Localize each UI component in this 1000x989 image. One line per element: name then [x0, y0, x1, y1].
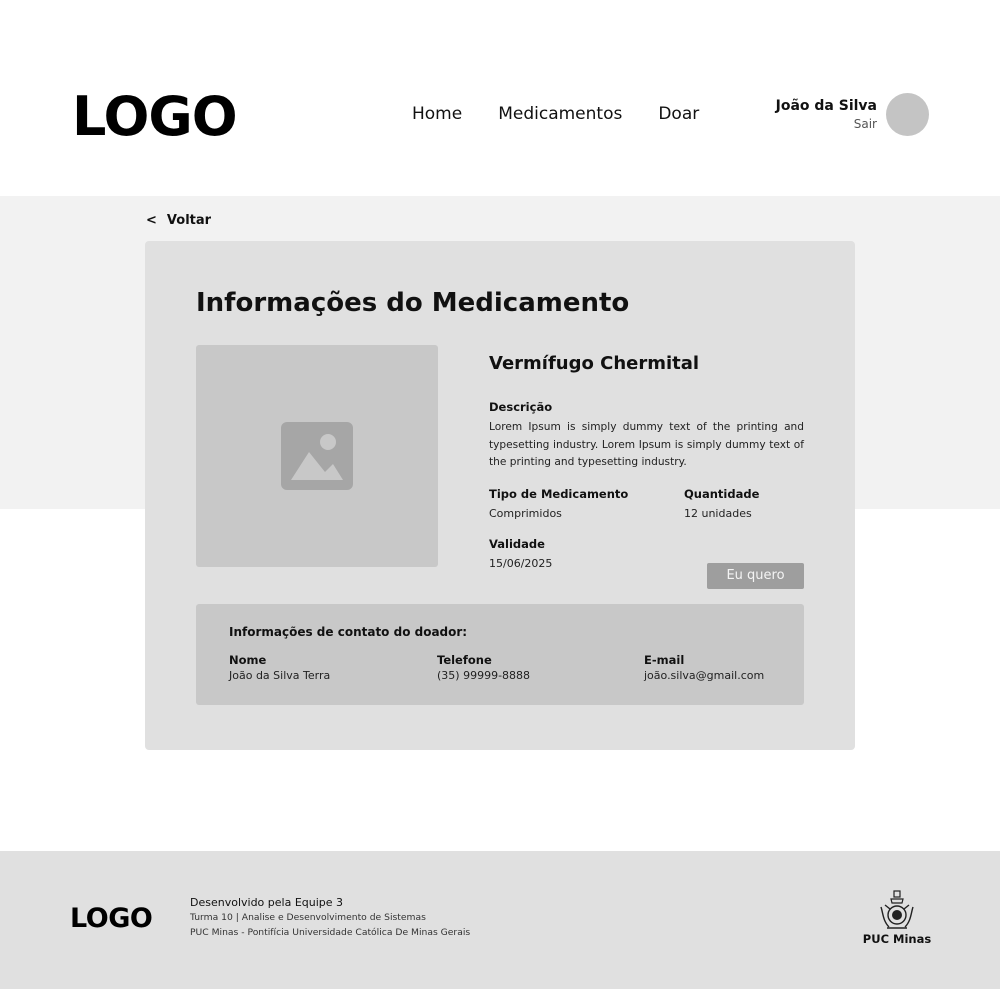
contact-title: Informações de contato do doador: [229, 625, 468, 639]
page-title: Informações do Medicamento [196, 288, 630, 318]
description-text: Lorem Ipsum is simply dummy text of the … [489, 421, 804, 469]
puc-minas-label: PUC Minas [862, 932, 932, 946]
user-info: João da Silva Sair [776, 97, 877, 132]
medicine-info: Vermífugo Chermital Descrição Lorem Ipsu… [489, 351, 804, 570]
contact-phone-column: Telefone (35) 99999-8888 [437, 652, 530, 684]
medicine-card: Informações do Medicamento Vermífugo Che… [145, 241, 855, 750]
puc-crest-icon [880, 890, 914, 929]
type-label: Tipo de Medicamento [489, 487, 629, 501]
user-name: João da Silva [775, 98, 877, 114]
nav-doar-link[interactable]: Doar [658, 103, 699, 125]
site-header: LOGO Home Medicamentos Doar João da Silv… [0, 0, 1000, 196]
nav-medicamentos-link[interactable]: Medicamentos [498, 103, 622, 125]
logout-link[interactable]: Sair [776, 116, 877, 132]
validity-value: 15/06/2025 [489, 557, 553, 570]
quantity-value: 12 unidades [684, 507, 752, 520]
type-value: Comprimidos [489, 507, 562, 520]
footer-team: Desenvolvido pela Equipe 3 [190, 896, 344, 909]
contact-name-label: Nome [229, 653, 267, 667]
header-logo[interactable]: LOGO [72, 86, 238, 148]
avatar[interactable] [886, 93, 929, 136]
back-label: Voltar [166, 213, 212, 228]
contact-name-value: João da Silva Terra [229, 669, 331, 682]
want-button[interactable]: Eu quero [707, 563, 804, 589]
chevron-left-icon: < [146, 213, 157, 228]
contact-email-value: joão.silva@gmail.com [644, 669, 765, 682]
contact-phone-label: Telefone [437, 653, 492, 667]
footer-class: Turma 10 | Analise e Desenvolvimento de … [190, 912, 426, 923]
back-link[interactable]: < Voltar [146, 212, 211, 230]
medicine-image-placeholder [196, 345, 438, 567]
image-placeholder-icon [281, 422, 353, 490]
footer-credits: Desenvolvido pela Equipe 3 Turma 10 | An… [190, 895, 470, 940]
donor-contact-box: Informações de contato do doador: Nome J… [196, 604, 804, 705]
contact-name-column: Nome João da Silva Terra [229, 652, 330, 684]
contact-email-label: E-mail [644, 653, 685, 667]
footer-logo: LOGO [70, 903, 153, 934]
contact-email-column: E-mail joão.silva@gmail.com [644, 652, 764, 684]
medicine-name: Vermífugo Chermital [489, 353, 700, 374]
puc-minas-logo: PUC Minas [862, 889, 932, 946]
main-nav: Home Medicamentos Doar [412, 103, 699, 125]
site-footer: LOGO Desenvolvido pela Equipe 3 Turma 10… [0, 851, 1000, 989]
nav-home-link[interactable]: Home [412, 103, 462, 125]
validity-label: Validade [489, 537, 545, 551]
description-label: Descrição [489, 400, 553, 414]
quantity-label: Quantidade [684, 487, 760, 501]
contact-phone-value: (35) 99999-8888 [437, 669, 531, 682]
footer-university: PUC Minas - Pontifícia Universidade Cató… [190, 927, 471, 938]
